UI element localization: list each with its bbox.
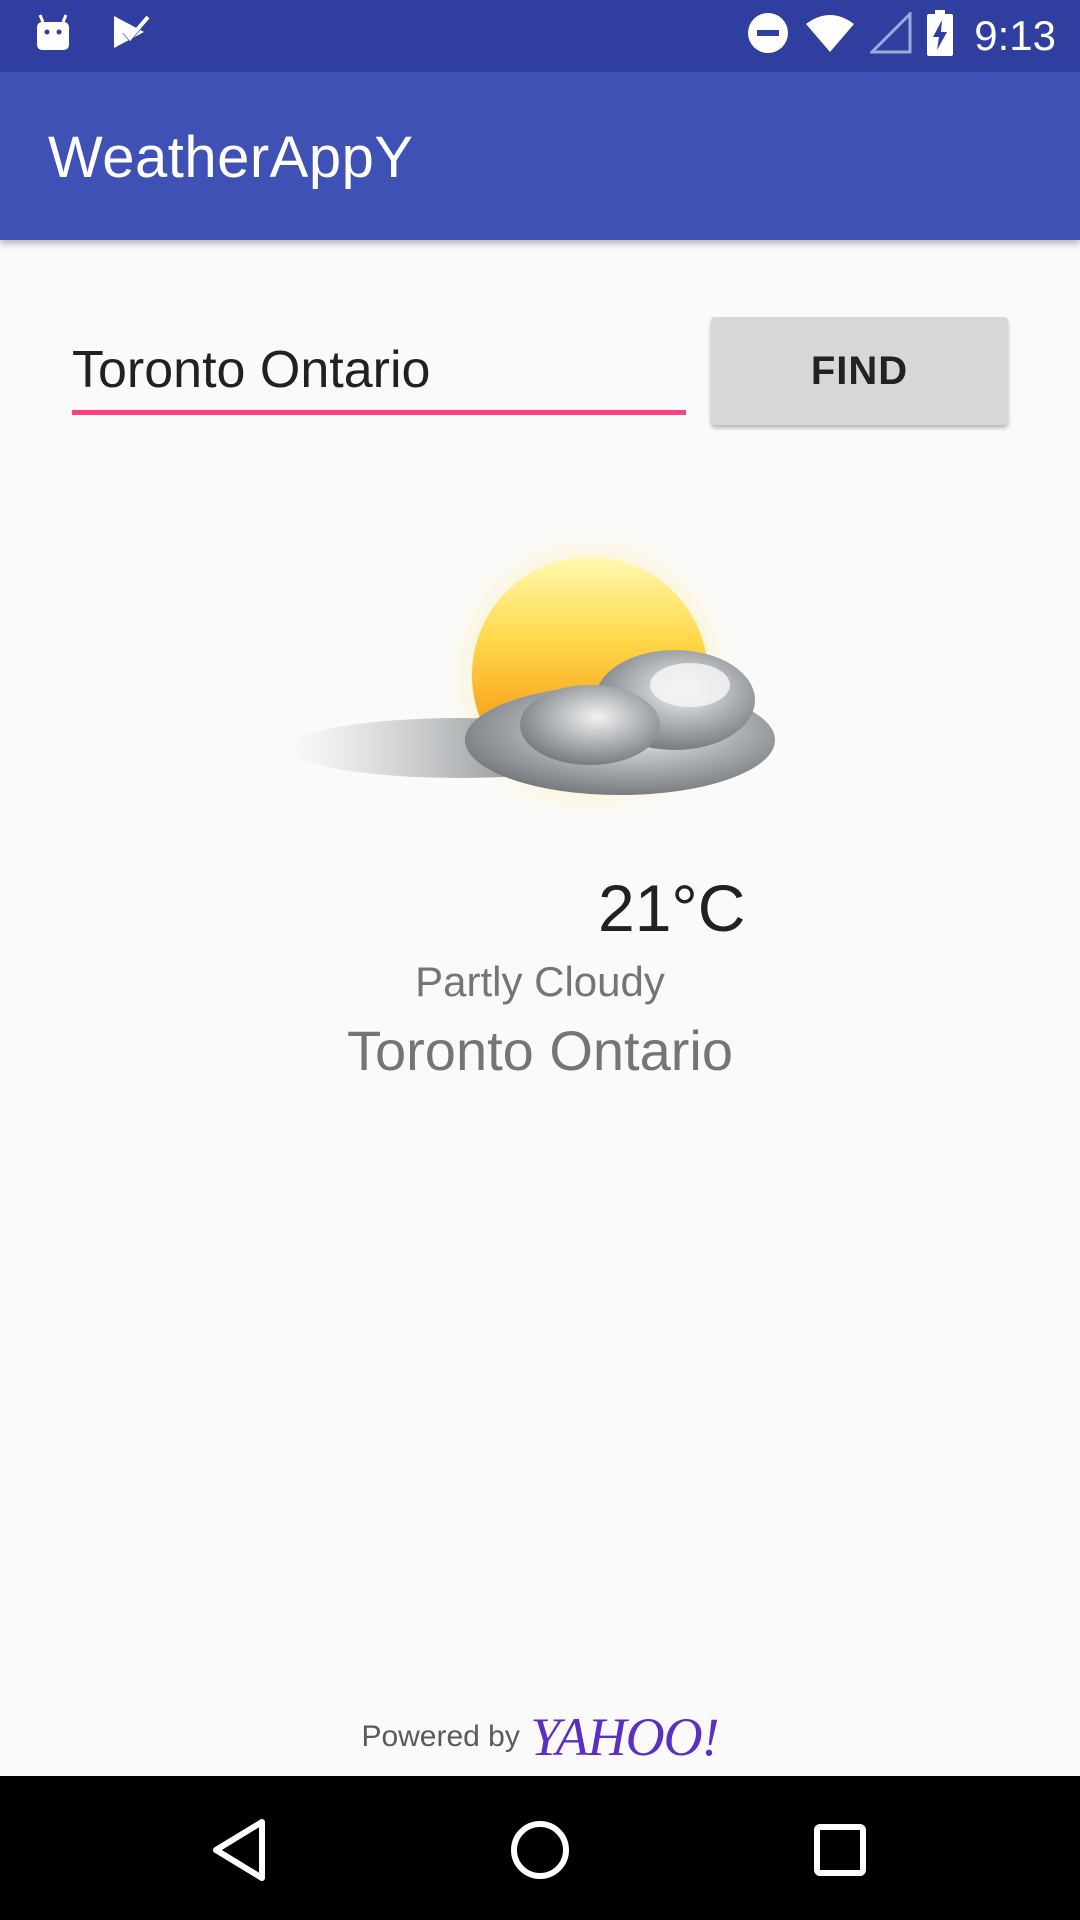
- city-input[interactable]: [72, 330, 686, 415]
- temperature: 21°C: [598, 871, 746, 945]
- yahoo-logo: YAHOO!: [530, 1707, 719, 1767]
- battery-charging-icon: [926, 10, 954, 61]
- partly-cloudy-icon: [290, 520, 810, 850]
- location-label: Toronto Ontario: [347, 1019, 733, 1082]
- cell-signal-icon: [868, 10, 912, 59]
- do-not-disturb-icon: [746, 11, 790, 60]
- nav-bar: [0, 1776, 1080, 1920]
- wifi-icon: [804, 12, 856, 59]
- recents-icon[interactable]: [800, 1810, 880, 1890]
- status-bar: 9:13: [0, 0, 1080, 72]
- status-time: 9:13: [974, 11, 1056, 59]
- android-notification-icon: [34, 12, 72, 57]
- powered-by-yahoo: Powered by YAHOO!: [0, 1706, 1080, 1768]
- task-check-icon: [110, 12, 152, 57]
- app-title: WeatherAppY: [48, 125, 414, 190]
- home-icon[interactable]: [500, 1810, 580, 1890]
- back-icon[interactable]: [200, 1810, 280, 1890]
- powered-by-label: Powered by: [361, 1720, 520, 1753]
- app-bar: WeatherAppY: [0, 72, 1080, 240]
- weather-condition: Partly Cloudy: [415, 958, 665, 1005]
- find-button[interactable]: FIND: [711, 317, 1008, 425]
